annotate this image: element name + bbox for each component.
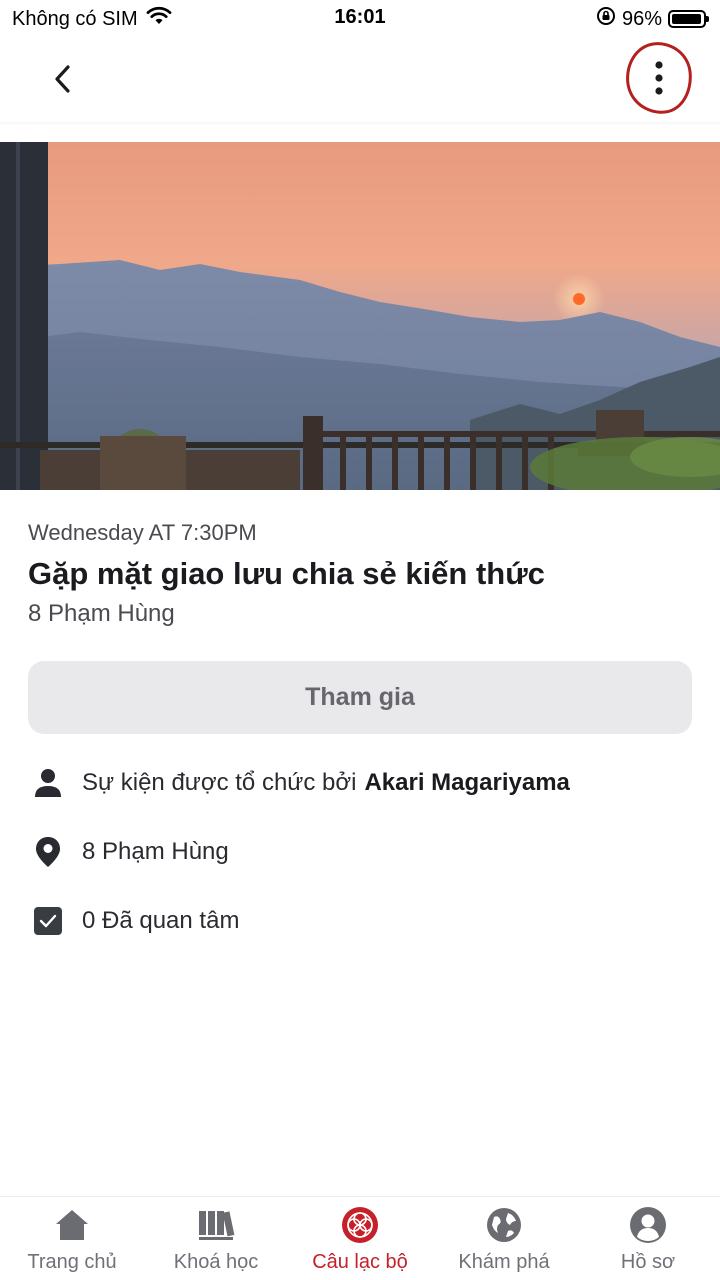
bottom-navigation: Trang chủ Khoá học Câu lạc bộ Khám phá H… — [0, 1196, 720, 1280]
status-bar: Không có SIM 16:01 96% — [0, 0, 720, 36]
location-text[interactable]: 8 Phạm Hùng — [82, 838, 229, 866]
event-address: 8 Phạm Hùng — [28, 600, 175, 627]
nav-item-club[interactable]: Câu lạc bộ — [288, 1197, 432, 1280]
person-icon — [28, 768, 68, 798]
club-icon — [340, 1205, 380, 1245]
globe-icon — [486, 1205, 522, 1245]
event-details: Wednesday AT 7:30PM Gặp mặt giao lưu chi… — [28, 520, 692, 734]
nav-label-home: Trang chủ — [27, 1251, 117, 1273]
back-button[interactable] — [40, 56, 86, 102]
battery-percent: 96% — [621, 7, 662, 30]
event-cover-image — [0, 142, 720, 490]
top-app-bar — [0, 36, 720, 122]
join-button[interactable]: Tham gia — [28, 661, 692, 734]
nav-label-courses: Khoá học — [173, 1251, 259, 1273]
nav-label-explore: Khám phá — [458, 1251, 550, 1273]
checkbox-icon — [28, 906, 68, 936]
event-title: Gặp mặt giao lưu chia sẻ kiến thức — [28, 556, 545, 591]
nav-item-profile[interactable]: Hồ sơ — [576, 1197, 720, 1280]
nav-item-courses[interactable]: Khoá học — [144, 1197, 288, 1280]
organizer-name[interactable]: Akari Magariyama — [364, 769, 569, 797]
organizer-row: Sự kiện được tổ chức bởi Akari Magariyam… — [28, 763, 570, 803]
nav-label-profile: Hồ sơ — [620, 1251, 676, 1273]
orientation-lock-icon — [596, 6, 616, 32]
nav-item-explore[interactable]: Khám phá — [432, 1197, 576, 1280]
profile-icon — [629, 1205, 667, 1245]
chevron-left-icon — [55, 65, 70, 93]
library-icon — [197, 1205, 235, 1245]
location-pin-icon — [28, 836, 68, 868]
interested-row: 0 Đã quan tâm — [28, 901, 239, 941]
nav-item-home[interactable]: Trang chủ — [0, 1197, 144, 1280]
location-row: 8 Phạm Hùng — [28, 832, 229, 872]
annotation-circle — [622, 38, 696, 118]
nav-label-club: Câu lạc bộ — [312, 1251, 408, 1273]
battery-icon — [668, 10, 709, 28]
home-icon — [54, 1205, 90, 1245]
more-options-button[interactable] — [622, 38, 696, 118]
event-time: Wednesday AT 7:30PM — [28, 520, 257, 545]
interested-count: 0 Đã quan tâm — [82, 907, 240, 934]
organizer-prefix: Sự kiện được tổ chức bởi — [82, 769, 357, 796]
status-right: 96% — [596, 6, 709, 32]
